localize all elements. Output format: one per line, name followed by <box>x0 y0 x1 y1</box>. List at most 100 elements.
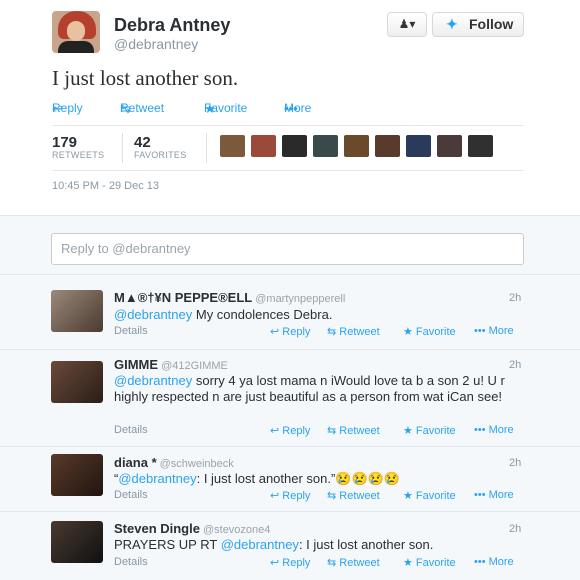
reply-icon: ↩ <box>270 490 283 502</box>
more-action-label: More <box>488 424 514 436</box>
follow-button[interactable]: ✦ Follow <box>432 12 524 37</box>
reply-icon: ↩ <box>270 425 283 437</box>
retweets-count[interactable]: 179 <box>52 134 77 151</box>
stat-separator <box>206 133 207 163</box>
reply-author[interactable]: GIMME @412GIMME <box>114 357 228 372</box>
more-action[interactable]: ••• More <box>474 325 514 337</box>
favoriter-avatar[interactable] <box>375 135 400 157</box>
reply-action-label: Reply <box>282 557 311 569</box>
reply-action[interactable]: ↩ Reply <box>270 325 310 338</box>
favoriter-avatar[interactable] <box>344 135 369 157</box>
details-link[interactable]: Details <box>114 489 148 501</box>
favorite-action[interactable]: ★ Favorite <box>204 101 247 116</box>
reply-icon: ↩ <box>52 101 63 116</box>
favoriter-avatar[interactable] <box>437 135 462 157</box>
retweet-icon: ⇆ <box>327 326 340 338</box>
favoriter-avatar[interactable] <box>313 135 338 157</box>
reply-text: @debrantney My condolences Debra. <box>114 307 333 322</box>
retweet-icon: ⇆ <box>327 425 340 437</box>
details-link[interactable]: Details <box>114 556 148 568</box>
reply-action-label: Reply <box>282 326 311 338</box>
more-action[interactable]: ••• More <box>474 489 514 501</box>
reply-text: “@debrantney: I just lost another son.”😢… <box>114 471 401 486</box>
author-handle[interactable]: @debrantney <box>114 36 198 52</box>
retweet-action[interactable]: ⇆ Retweet <box>327 424 380 437</box>
user-actions-button[interactable]: ♟▾ <box>387 12 427 37</box>
reply-action[interactable]: ↩ Reply <box>270 556 310 569</box>
stat-separator <box>122 133 123 163</box>
reply-icon: ↩ <box>270 326 283 338</box>
retweet-action-label: Retweet <box>339 326 380 338</box>
retweet-action-label: Retweet <box>339 490 380 502</box>
more-dots-icon: ••• <box>474 556 489 568</box>
favoriter-avatar[interactable] <box>468 135 493 157</box>
star-icon: ★ <box>403 326 416 338</box>
reply-time[interactable]: 2h <box>509 523 521 535</box>
retweet-action-label: Retweet <box>339 557 380 569</box>
reply-time[interactable]: 2h <box>509 292 521 304</box>
favoriter-avatar[interactable] <box>282 135 307 157</box>
tweet-timestamp[interactable]: 10:45 PM - 29 Dec 13 <box>52 180 159 192</box>
more-dots-icon: ••• <box>284 101 298 116</box>
reply-author[interactable]: diana * @schweinbeck <box>114 455 234 470</box>
favorite-action[interactable]: ★ Favorite <box>403 556 456 569</box>
reply-action[interactable]: ↩ Reply <box>270 489 310 502</box>
retweet-icon: ⇆ <box>327 557 340 569</box>
more-action-label: More <box>488 556 514 568</box>
favorite-action[interactable]: ★ Favorite <box>403 325 456 338</box>
more-action[interactable]: ••• More <box>474 556 514 568</box>
reply-item: Steven Dingle @stevozone4 2h PRAYERS UP R… <box>0 511 580 580</box>
retweet-action-label: Retweet <box>339 425 380 437</box>
more-dots-icon: ••• <box>474 489 489 501</box>
more-action[interactable]: ••• More <box>474 424 514 436</box>
follow-button-label: Follow <box>469 16 514 32</box>
more-dots-icon: ••• <box>474 424 489 436</box>
reply-input[interactable]: Reply to @debrantney <box>51 233 524 265</box>
reply-action[interactable]: ↩ Reply <box>270 424 310 437</box>
retweet-action[interactable]: ⇆ Retweet <box>120 101 164 116</box>
avatar[interactable] <box>51 290 103 332</box>
retweet-action[interactable]: ⇆ Retweet <box>327 556 380 569</box>
more-action[interactable]: ••• More <box>284 101 311 116</box>
avatar[interactable] <box>51 521 103 563</box>
reply-time[interactable]: 2h <box>509 359 521 371</box>
favorite-action-label: Favorite <box>415 425 456 437</box>
divider <box>52 125 524 126</box>
more-action-label: More <box>488 489 514 501</box>
avatar[interactable] <box>51 361 103 403</box>
favorite-action-label: Favorite <box>415 557 456 569</box>
retweet-action[interactable]: ⇆ Retweet <box>327 325 380 338</box>
reply-text: @debrantney sorry 4 ya lost mama n iWoul… <box>114 373 505 404</box>
divider <box>52 170 524 171</box>
star-icon: ★ <box>403 557 416 569</box>
favoriter-avatar[interactable] <box>251 135 276 157</box>
details-link[interactable]: Details <box>114 424 148 436</box>
retweet-action[interactable]: ⇆ Retweet <box>327 489 380 502</box>
reply-text: PRAYERS UP RT @debrantney: I just lost a… <box>114 537 434 552</box>
favorite-action[interactable]: ★ Favorite <box>403 489 456 502</box>
reply-author[interactable]: M▲®†¥N PEPPE®ELL @martynpepperell <box>114 290 345 305</box>
reply-item: M▲®†¥N PEPPE®ELL @martynpepperell 2h @deb… <box>0 274 580 349</box>
tweet-text: I just lost another son. <box>52 66 239 90</box>
favorite-action[interactable]: ★ Favorite <box>403 424 456 437</box>
reply-item: GIMME @412GIMME 2h @debrantney sorry 4 ya… <box>0 349 580 446</box>
reply-action-label: Reply <box>282 425 311 437</box>
reply-action[interactable]: ↩ Reply <box>52 101 83 116</box>
details-link[interactable]: Details <box>114 325 148 337</box>
more-dots-icon: ••• <box>474 325 489 337</box>
favorite-action-label: Favorite <box>415 490 456 502</box>
author-name[interactable]: Debra Antney <box>114 15 230 36</box>
favoriter-avatar[interactable] <box>220 135 245 157</box>
author-avatar[interactable] <box>52 11 100 53</box>
avatar[interactable] <box>51 454 103 496</box>
favorites-count[interactable]: 42 <box>134 134 151 151</box>
reply-section: Reply to @debrantney M▲®†¥N PEPPE®ELL @ma… <box>0 215 580 580</box>
favorites-label: FAVORITES <box>134 150 187 160</box>
person-dropdown-icon: ♟▾ <box>398 17 416 31</box>
reply-author[interactable]: Steven Dingle @stevozone4 <box>114 521 270 536</box>
reply-action-label: Reply <box>282 490 311 502</box>
main-tweet: Debra Antney @debrantney ♟▾ ✦ Follow I j… <box>0 0 580 215</box>
favoriter-avatar[interactable] <box>406 135 431 157</box>
reply-time[interactable]: 2h <box>509 457 521 469</box>
retweets-label: RETWEETS <box>52 150 105 160</box>
